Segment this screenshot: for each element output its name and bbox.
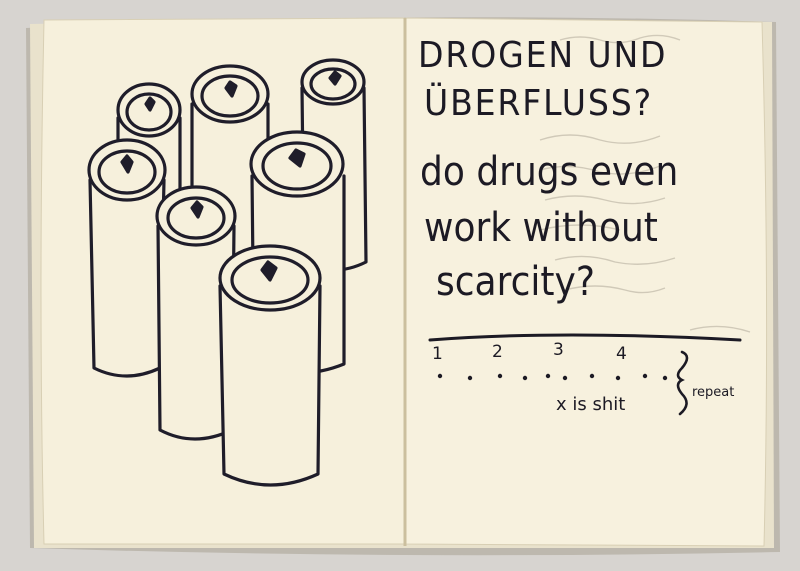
title-line-2: ÜBERFLUSS? [424,83,654,124]
note-text: x is shit [556,394,626,415]
scale-tick-3: 3 [553,340,564,360]
scale-tick-2: 2 [492,342,503,362]
repeat-text: repeat [692,385,735,400]
question-line-2: work without [424,205,658,251]
can-front [218,244,322,487]
question-line-3: scarcity? [436,259,595,305]
can-middle-left [87,138,167,378]
sketchbook-scene [0,0,800,571]
scale-tick-4: 4 [616,344,627,364]
title-line-1: DROGEN UND [418,35,668,76]
question-line-1: do drugs even [420,149,679,195]
scale-tick-1: 1 [432,344,443,364]
